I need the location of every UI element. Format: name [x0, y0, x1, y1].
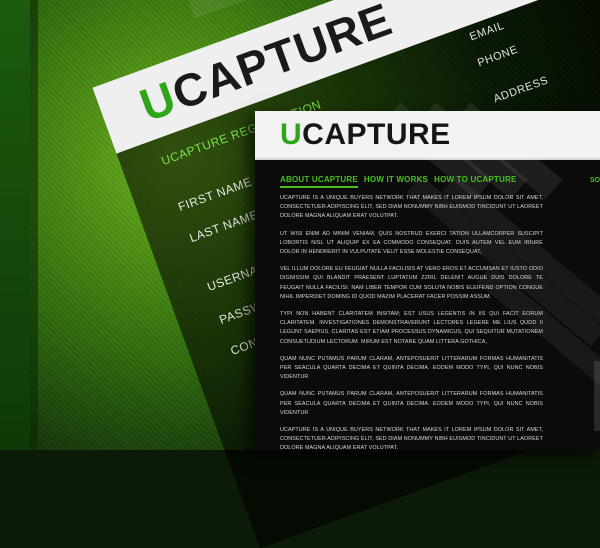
ucapture-logo[interactable]: UCAPTURE — [280, 116, 451, 154]
left-dark-strip — [30, 0, 38, 450]
about-header: UCAPTURE — [255, 102, 600, 200]
paragraph: UCAPTURE IS A UNIQUE BUYERS NETWORK THAT… — [280, 195, 543, 220]
paragraph: UT WISI ENIM AD MINIM VENIAM, QUIS NOSTR… — [280, 230, 543, 256]
nav-how-it-works[interactable]: HOW IT WORKS — [364, 175, 428, 188]
nav-how-to-ucapture[interactable]: HOW TO UCAPTURE — [434, 175, 516, 188]
side-scrollbar[interactable] — [594, 361, 600, 431]
about-content: UCAPTURE IS A UNIQUE BUYERS NETWORK THAT… — [280, 194, 543, 462]
about-page: UCAPTURE ABOUT UCAPTURE HOW IT WORKS HOW… — [255, 102, 600, 451]
main-nav: ABOUT UCAPTURE HOW IT WORKS HOW TO UCAPT… — [280, 175, 517, 188]
paragraph: QUAM NUNC PUTAMUS PARUM CLARAM, ANTEPOSU… — [280, 355, 543, 381]
paragraph: VEL ILLUM DOLORE EU FEUGIAT NULLA FACILI… — [280, 266, 543, 300]
nav-about-ucapture[interactable]: ABOUT UCAPTURE — [280, 175, 358, 188]
side-heading: SO — [589, 177, 600, 184]
paragraph: QUAM NUNC PUTAMUS PARUM CLARAM, ANTEPOSU… — [280, 391, 543, 416]
left-green-strip — [0, 0, 30, 450]
paragraph: TYPI NON HABENT CLARITATEM INSITAM; EST … — [280, 311, 543, 345]
